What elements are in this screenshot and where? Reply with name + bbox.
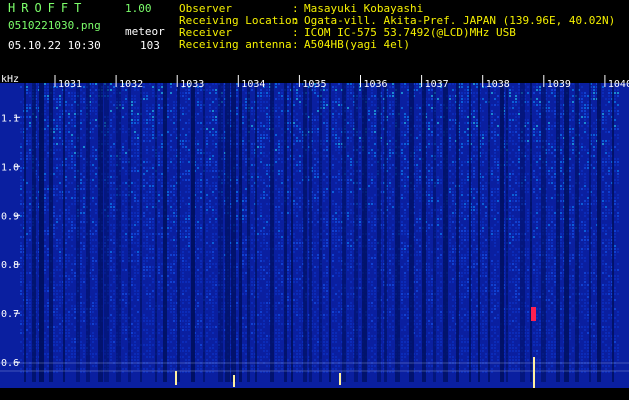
time-tick-label: 1039 bbox=[547, 79, 571, 90]
time-tick-label: 1040 bbox=[608, 79, 629, 90]
spectrogram: 1031 1032 1033 1034 1035 1036 1037 1038 1039 1040… bbox=[0, 75, 629, 400]
meteor-echo-hot bbox=[531, 307, 536, 321]
file-name: 0510221030.png bbox=[8, 19, 101, 32]
time-tick-label: 1037 bbox=[425, 79, 449, 90]
time-tick-label: 1036 bbox=[364, 79, 388, 90]
time-tick-label: 1033 bbox=[180, 79, 204, 90]
app-version: 1.00 bbox=[125, 2, 152, 15]
y-axis-unit: kHz bbox=[1, 75, 19, 85]
meteor-count: 103 bbox=[140, 39, 160, 52]
observation-datetime: 05.10.22 10:30 bbox=[8, 39, 101, 52]
time-tick-label: 1031 bbox=[58, 79, 82, 90]
y-tick-label: 0.8 bbox=[1, 260, 19, 271]
separator: : bbox=[292, 38, 299, 51]
time-tick-label: 1034 bbox=[241, 79, 265, 90]
y-tick-label: 1.0 bbox=[1, 162, 19, 173]
time-tick-label: 1032 bbox=[119, 79, 143, 90]
app-title: HROFFT bbox=[8, 1, 88, 15]
y-tick-label: 1.1 bbox=[1, 113, 19, 124]
hrofft-window: HROFFT 1.00 0510221030.png meteor 05.10.… bbox=[0, 0, 629, 400]
y-tick-label: 0.6 bbox=[1, 358, 19, 369]
antenna-label: Receiving antenna bbox=[179, 38, 292, 51]
y-tick-label: 0.9 bbox=[1, 211, 19, 222]
time-tick-label: 1038 bbox=[486, 79, 510, 90]
time-tick-label: 1035 bbox=[302, 79, 326, 90]
mode-label: meteor bbox=[125, 25, 165, 38]
y-tick-label: 0.7 bbox=[1, 309, 19, 320]
amplitude-bar-background bbox=[0, 388, 629, 400]
antenna-value: A504HB(yagi 4el) bbox=[304, 38, 410, 51]
